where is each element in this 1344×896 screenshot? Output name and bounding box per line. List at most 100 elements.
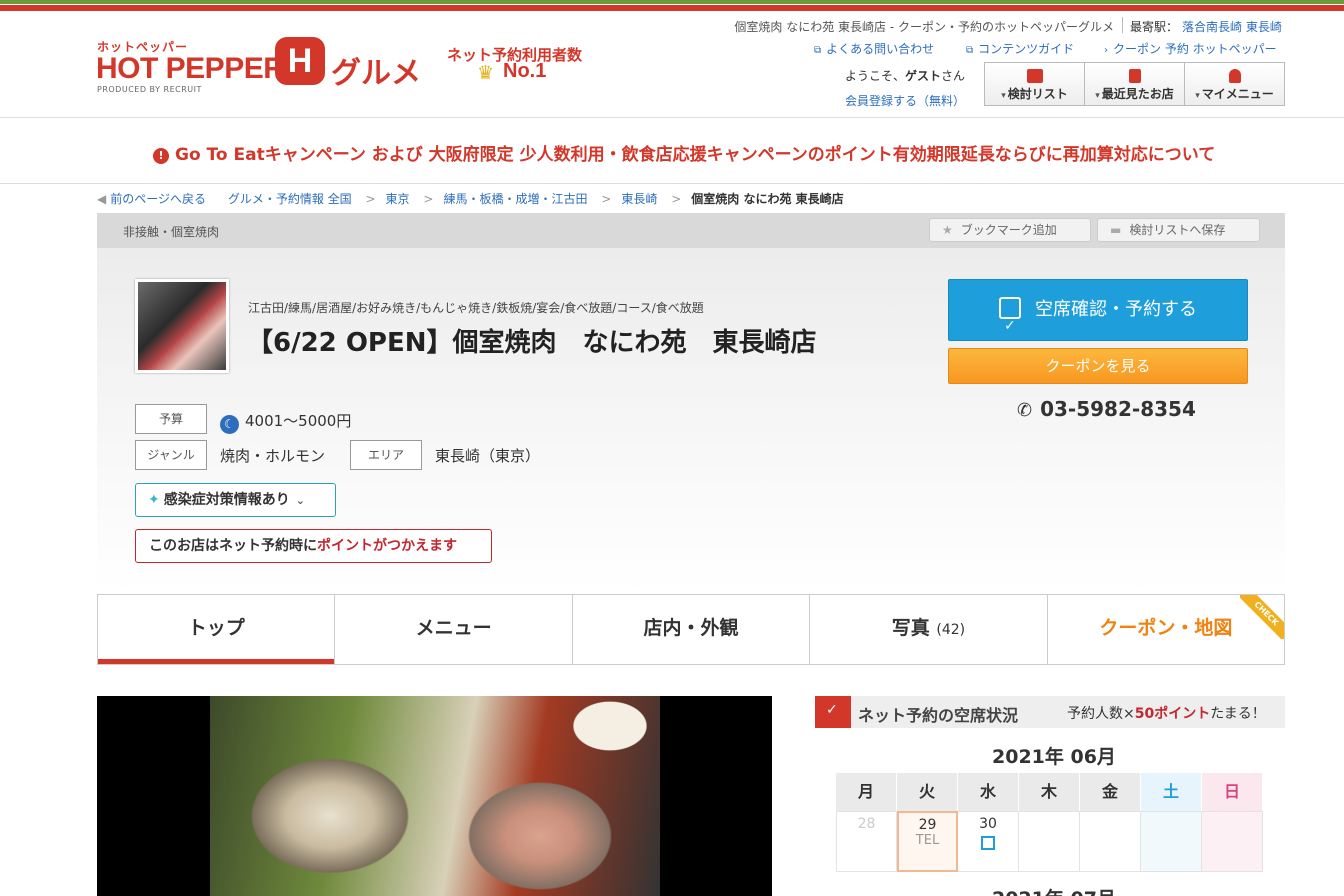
notice-text: Go To Eatキャンペーン および 大阪府限定 少人数利用・飲食店応援キャン… bbox=[175, 145, 1216, 165]
area-value[interactable]: 東長崎（東京） bbox=[435, 445, 540, 466]
weekday-thu: 木 bbox=[1019, 773, 1080, 811]
main-photo-frame[interactable] bbox=[97, 696, 772, 896]
logo-hotpepper[interactable]: HOT PEPPER bbox=[96, 52, 285, 86]
reserve-label: 空席確認・予約する bbox=[1035, 299, 1197, 320]
list-icon: ▬ bbox=[1110, 223, 1122, 237]
calendar-day-empty bbox=[1080, 811, 1141, 872]
genre-label: ジャンル bbox=[135, 440, 207, 470]
back-arrow-icon: ◀ bbox=[97, 192, 107, 206]
calendar-icon bbox=[815, 696, 851, 728]
reserve-button[interactable]: 空席確認・予約する bbox=[948, 279, 1248, 356]
shop-name: 【6/22 OPEN】個室焼肉 なにわ苑 東長崎店 bbox=[247, 328, 817, 358]
breadcrumb-current: 個室焼肉 なにわ苑 東長崎店 bbox=[691, 192, 844, 206]
availability-calendar: 月 火 水 木 金 土 日 28 29 TEL 30 bbox=[836, 773, 1264, 872]
user-icon bbox=[1228, 69, 1241, 83]
calendar-day-today[interactable]: 29 TEL bbox=[897, 811, 958, 872]
my-menu-button[interactable]: マイメニュー bbox=[1184, 62, 1285, 106]
coupon-hotpepper-label: クーポン 予約 ホットペッパー bbox=[1113, 42, 1277, 56]
view-coupon-button[interactable]: クーポンを見る bbox=[948, 348, 1248, 384]
favorites-list-button[interactable]: 検討リスト bbox=[984, 62, 1085, 106]
popup-icon: ⧉ bbox=[814, 45, 822, 56]
contents-guide-label: コンテンツガイド bbox=[978, 42, 1075, 56]
point-usable-notice: このお店はネット予約時にポイントがつかえます bbox=[135, 529, 492, 563]
save-to-list-label: 検討リストへ保存 bbox=[1129, 223, 1226, 237]
breadcrumb-item[interactable]: 東長崎 bbox=[621, 192, 657, 206]
top-stripe-green bbox=[0, 0, 1344, 4]
availability-title: ネット予約の空席状況 bbox=[858, 706, 1019, 725]
register-link[interactable]: 会員登録する（無料） bbox=[845, 92, 965, 109]
station-link[interactable]: 落合南長崎 東長崎 bbox=[1182, 18, 1282, 35]
calendar-day-empty bbox=[1141, 811, 1202, 872]
check-ribbon: CHECK bbox=[1240, 595, 1285, 639]
tab-photos[interactable]: 写真 (42) bbox=[810, 595, 1048, 664]
shop-thumbnail[interactable] bbox=[135, 279, 229, 373]
logo-h-icon[interactable]: H bbox=[275, 37, 325, 85]
header-separator bbox=[1122, 17, 1123, 33]
back-link[interactable]: 前のページへ戻る bbox=[110, 192, 206, 206]
chevron-down-icon: ⌄ bbox=[295, 494, 305, 507]
weekday-mon: 月 bbox=[836, 773, 897, 811]
phone-number[interactable]: ✆ 03-5982-8354 bbox=[1017, 397, 1196, 421]
campaign-notice-link[interactable]: ! Go To Eatキャンペーン および 大阪府限定 少人数利用・飲食店応援キャ… bbox=[153, 140, 1215, 165]
top-stripe-red bbox=[0, 5, 1344, 11]
weekday-sat: 土 bbox=[1141, 773, 1202, 811]
faq-link[interactable]: ⧉ よくある問い合わせ bbox=[814, 40, 934, 57]
shop-genre-keywords: 江古田/練馬/居酒屋/お好み焼き/もんじゃ焼き/鉄板焼/宴会/食べ放題/コース/… bbox=[248, 301, 704, 315]
weekday-sun: 日 bbox=[1202, 773, 1263, 811]
weekday-wed: 水 bbox=[958, 773, 1019, 811]
budget-value: ☾ 4001～5000円 bbox=[220, 410, 351, 434]
history-icon bbox=[1128, 69, 1141, 83]
calendar-day: 28 bbox=[836, 811, 897, 872]
crown-icon: ♛ bbox=[477, 62, 495, 84]
tab-top[interactable]: トップ bbox=[98, 595, 336, 664]
recent-shops-label: 最近見たお店 bbox=[1085, 85, 1184, 102]
photo-count: (42) bbox=[936, 622, 966, 638]
genre-value[interactable]: 焼肉・ホルモン bbox=[220, 445, 325, 466]
infection-control-toggle[interactable]: ✦ 感染症対策情報あり ⌄ bbox=[135, 483, 336, 517]
tel-only-label: TEL bbox=[915, 833, 940, 848]
moon-icon: ☾ bbox=[220, 415, 239, 434]
recent-shops-button[interactable]: 最近見たお店 bbox=[1084, 62, 1185, 106]
infection-label: 感染症対策情報あり bbox=[163, 492, 290, 508]
tab-menu[interactable]: メニュー bbox=[335, 595, 573, 664]
info-icon: ! bbox=[153, 148, 169, 164]
promo-no1: No.1 bbox=[503, 60, 547, 82]
weekday-tue: 火 bbox=[897, 773, 958, 811]
sparkle-icon: ✦ bbox=[148, 492, 160, 508]
calendar-day[interactable]: 30 bbox=[958, 811, 1019, 872]
list-icon bbox=[1026, 69, 1043, 83]
calendar-month: 2021年 06月 bbox=[992, 746, 1116, 768]
contents-guide-link[interactable]: ⧉ コンテンツガイド bbox=[966, 40, 1074, 57]
breadcrumb: ◀ 前のページへ戻る グルメ・予約情報 全国 > 東京 > 練馬・板橋・成増・江古田 … bbox=[97, 192, 844, 206]
budget-label: 予算 bbox=[135, 404, 207, 434]
popup-icon: ⧉ bbox=[966, 45, 974, 56]
bookmark-button[interactable]: ★ ブックマーク追加 bbox=[929, 218, 1091, 242]
logo-produced-by: PRODUCED BY RECRUIT bbox=[97, 85, 202, 94]
logo-gourmet[interactable]: グルメ bbox=[331, 48, 421, 92]
availability-points-note: 予約人数×50ポイントたまる！ bbox=[1067, 706, 1266, 722]
site-title: 個室焼肉 なにわ苑 東長崎店 - クーポン・予約のホットペッパーグルメ bbox=[734, 20, 1114, 34]
chevron-right-icon: › bbox=[1104, 45, 1108, 56]
save-to-list-button[interactable]: ▬ 検討リストへ保存 bbox=[1097, 218, 1260, 242]
calendar-next-month: 2021年 07月 bbox=[992, 884, 1116, 896]
available-square-icon[interactable] bbox=[981, 836, 995, 850]
favorites-list-label: 検討リスト bbox=[985, 85, 1084, 102]
breadcrumb-item[interactable]: グルメ・予約情報 全国 bbox=[228, 192, 352, 206]
bookmark-label: ブックマーク追加 bbox=[960, 223, 1057, 237]
breadcrumb-item[interactable]: 東京 bbox=[386, 192, 410, 206]
tab-interior[interactable]: 店内・外観 bbox=[573, 595, 811, 664]
weekday-fri: 金 bbox=[1080, 773, 1141, 811]
main-photo bbox=[210, 696, 660, 896]
breadcrumb-item[interactable]: 練馬・板橋・成増・江古田 bbox=[443, 192, 587, 206]
welcome-text: ようこそ、ゲストさん bbox=[845, 69, 966, 83]
calendar-day-empty bbox=[1202, 811, 1263, 872]
phone-icon: ✆ bbox=[1017, 400, 1033, 421]
calendar-check-icon bbox=[999, 296, 1021, 356]
calendar-day-empty bbox=[1019, 811, 1080, 872]
area-label: エリア bbox=[350, 440, 422, 470]
station-label: 最寄駅： bbox=[1130, 20, 1179, 34]
star-icon: ★ bbox=[942, 223, 953, 237]
faq-link-label: よくある問い合わせ bbox=[826, 42, 935, 56]
tab-coupon-map[interactable]: クーポン・地図 CHECK bbox=[1048, 595, 1285, 664]
coupon-hotpepper-link[interactable]: › クーポン 予約 ホットペッパー bbox=[1104, 40, 1277, 57]
